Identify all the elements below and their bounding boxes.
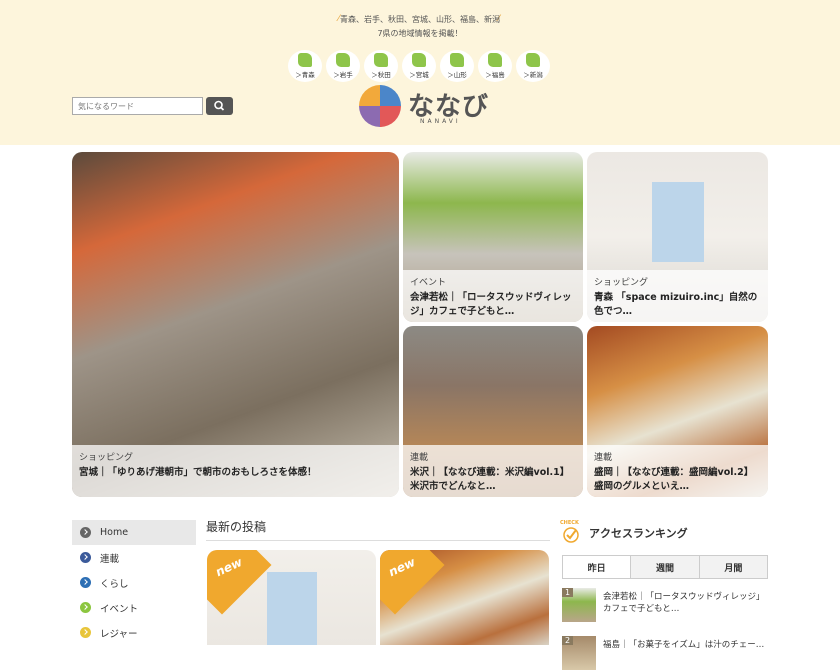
- ranking-tabs: 昨日 週間 月間: [562, 555, 768, 579]
- ranking-title: 福島｜「お菓子をイズム」は汁のチェー…: [603, 640, 765, 650]
- sidebar-item-event[interactable]: イベント: [72, 595, 196, 620]
- rank-number: 1: [562, 588, 574, 597]
- pref-niigata-link[interactable]: ＞新潟: [516, 50, 550, 82]
- pref-yamagata-link[interactable]: ＞山形: [440, 50, 474, 82]
- tab-yesterday[interactable]: 昨日: [563, 556, 631, 578]
- category-sidebar: Home 連載 くらし イベント レジャー: [72, 520, 196, 645]
- tagline-count: 7県の地域情報を掲載！: [377, 29, 463, 38]
- sidebar-item-label: Home: [100, 527, 129, 538]
- pref-miyagi-link[interactable]: ＞宮城: [402, 50, 436, 82]
- ranking-title: 会津若松｜「ロータスウッドヴィレッジ」カフェで子どもと…: [603, 592, 765, 615]
- card-category: ショッピング: [79, 453, 134, 463]
- arrow-circle-icon: [80, 552, 91, 563]
- crayon-box-image: [652, 182, 704, 262]
- featured-card-large[interactable]: ショッピング宮城｜「ゆりあげ港朝市」で朝市のおもしろさを体感！: [72, 152, 399, 497]
- card-title: 会津若松｜「ロータスウッドヴィレッジ」カフェで子どもと…: [410, 292, 572, 317]
- ranking-item[interactable]: 1 会津若松｜「ロータスウッドヴィレッジ」カフェで子どもと…: [562, 588, 768, 622]
- sidebar-item-series[interactable]: 連載: [72, 545, 196, 570]
- iwate-map-icon: [336, 53, 350, 67]
- pref-akita-link[interactable]: ＞秋田: [364, 50, 398, 82]
- tagline-prefectures: 青森、岩手、秋田、宮城、山形、福島、新潟: [340, 15, 500, 24]
- logo-mark[interactable]: [359, 85, 401, 127]
- card-category: 連載: [594, 453, 613, 463]
- sidebar-item-label: イベント: [100, 603, 139, 615]
- ranking-heading: アクセスランキング: [589, 527, 688, 540]
- sidebar-item-label: くらし: [100, 578, 129, 590]
- sidebar-item-home[interactable]: Home: [72, 520, 196, 545]
- pref-label: ＞宮城: [409, 71, 429, 79]
- miyagi-map-icon: [412, 53, 426, 67]
- sidebar-item-label: レジャー: [100, 628, 138, 640]
- arrow-circle-icon: [80, 602, 91, 613]
- pref-label: ＞岩手: [333, 71, 353, 79]
- ranking-thumbnail: 2: [562, 636, 596, 670]
- rank-number: 2: [562, 636, 574, 645]
- crayon-box-image: [267, 572, 317, 645]
- sidebar-item-leisure[interactable]: レジャー: [72, 620, 196, 645]
- pref-aomori-link[interactable]: ＞青森: [288, 50, 322, 82]
- search-icon: [214, 100, 225, 111]
- search-input[interactable]: [72, 97, 203, 115]
- pref-iwate-link[interactable]: ＞岩手: [326, 50, 360, 82]
- card-title: 青森 「space mizuiro.inc」自然の色でつ…: [594, 292, 758, 317]
- aomori-map-icon: [298, 53, 312, 67]
- pref-label: ＞福島: [485, 71, 505, 79]
- pref-label: ＞秋田: [371, 71, 391, 79]
- pref-label: ＞新潟: [523, 71, 543, 79]
- card-title: 盛岡｜【ななび連載：盛岡編vol.2】盛岡のグルメといえ…: [594, 467, 754, 492]
- site-header: ⁄ ⁄ 青森、岩手、秋田、宮城、山形、福島、新潟 7県の地域情報を掲載！ ＞青森…: [0, 0, 840, 145]
- sidebar-item-living[interactable]: くらし: [72, 570, 196, 595]
- featured-card[interactable]: ショッピング青森 「space mizuiro.inc」自然の色でつ…: [587, 152, 768, 322]
- arrow-circle-icon: [80, 627, 91, 638]
- yamagata-map-icon: [450, 53, 464, 67]
- tab-monthly[interactable]: 月間: [698, 556, 767, 578]
- latest-post-card[interactable]: new: [380, 550, 549, 645]
- pref-label: ＞青森: [295, 71, 315, 79]
- arrow-circle-icon: [80, 527, 91, 538]
- tab-weekly[interactable]: 週間: [630, 556, 699, 578]
- niigata-map-icon: [526, 53, 540, 67]
- fukushima-map-icon: [488, 53, 502, 67]
- latest-posts-heading: 最新の投稿: [206, 520, 267, 534]
- card-title: 米沢｜【ななび連載：米沢編vol.1】米沢市でどんなと…: [410, 467, 570, 492]
- ranking-item[interactable]: 2 福島｜「お菓子をイズム」は汁のチェー…: [562, 636, 768, 670]
- search-button[interactable]: [206, 97, 233, 115]
- check-icon: [563, 527, 579, 543]
- featured-card[interactable]: 連載盛岡｜【ななび連載：盛岡編vol.2】盛岡のグルメといえ…: [587, 326, 768, 497]
- card-category: 連載: [410, 453, 429, 463]
- divider: [206, 540, 550, 541]
- card-title: 宮城｜「ゆりあげ港朝市」で朝市のおもしろさを体感！: [79, 467, 317, 478]
- latest-post-card[interactable]: new: [207, 550, 376, 645]
- ranking-thumbnail: 1: [562, 588, 596, 622]
- card-category: イベント: [410, 278, 447, 288]
- pref-fukushima-link[interactable]: ＞福島: [478, 50, 512, 82]
- akita-map-icon: [374, 53, 388, 67]
- pref-label: ＞山形: [447, 71, 467, 79]
- arrow-circle-icon: [80, 577, 91, 588]
- logo-subtext: NANAVI: [420, 118, 461, 125]
- featured-card[interactable]: 連載米沢｜【ななび連載：米沢編vol.1】米沢市でどんなと…: [403, 326, 583, 497]
- prefecture-nav: ＞青森 ＞岩手 ＞秋田 ＞宮城 ＞山形 ＞福島 ＞新潟: [288, 50, 550, 82]
- sidebar-item-label: 連載: [100, 553, 120, 565]
- card-category: ショッピング: [594, 278, 649, 288]
- featured-card[interactable]: イベント会津若松｜「ロータスウッドヴィレッジ」カフェで子どもと…: [403, 152, 583, 322]
